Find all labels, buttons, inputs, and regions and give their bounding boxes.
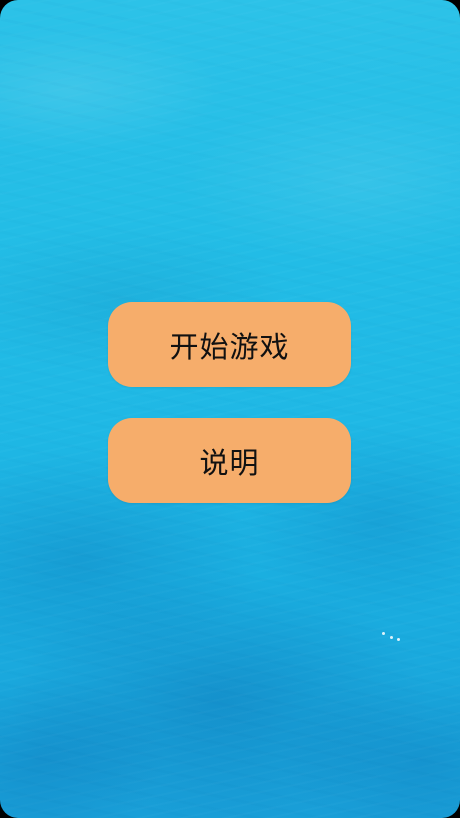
water-sparkle bbox=[397, 638, 400, 641]
game-start-screen: 开始游戏 说明 bbox=[0, 0, 460, 818]
start-game-button[interactable]: 开始游戏 bbox=[108, 302, 351, 387]
main-menu: 开始游戏 说明 bbox=[108, 302, 351, 503]
water-sparkle bbox=[390, 636, 393, 639]
water-sparkle bbox=[382, 632, 385, 635]
instructions-button[interactable]: 说明 bbox=[108, 418, 351, 503]
